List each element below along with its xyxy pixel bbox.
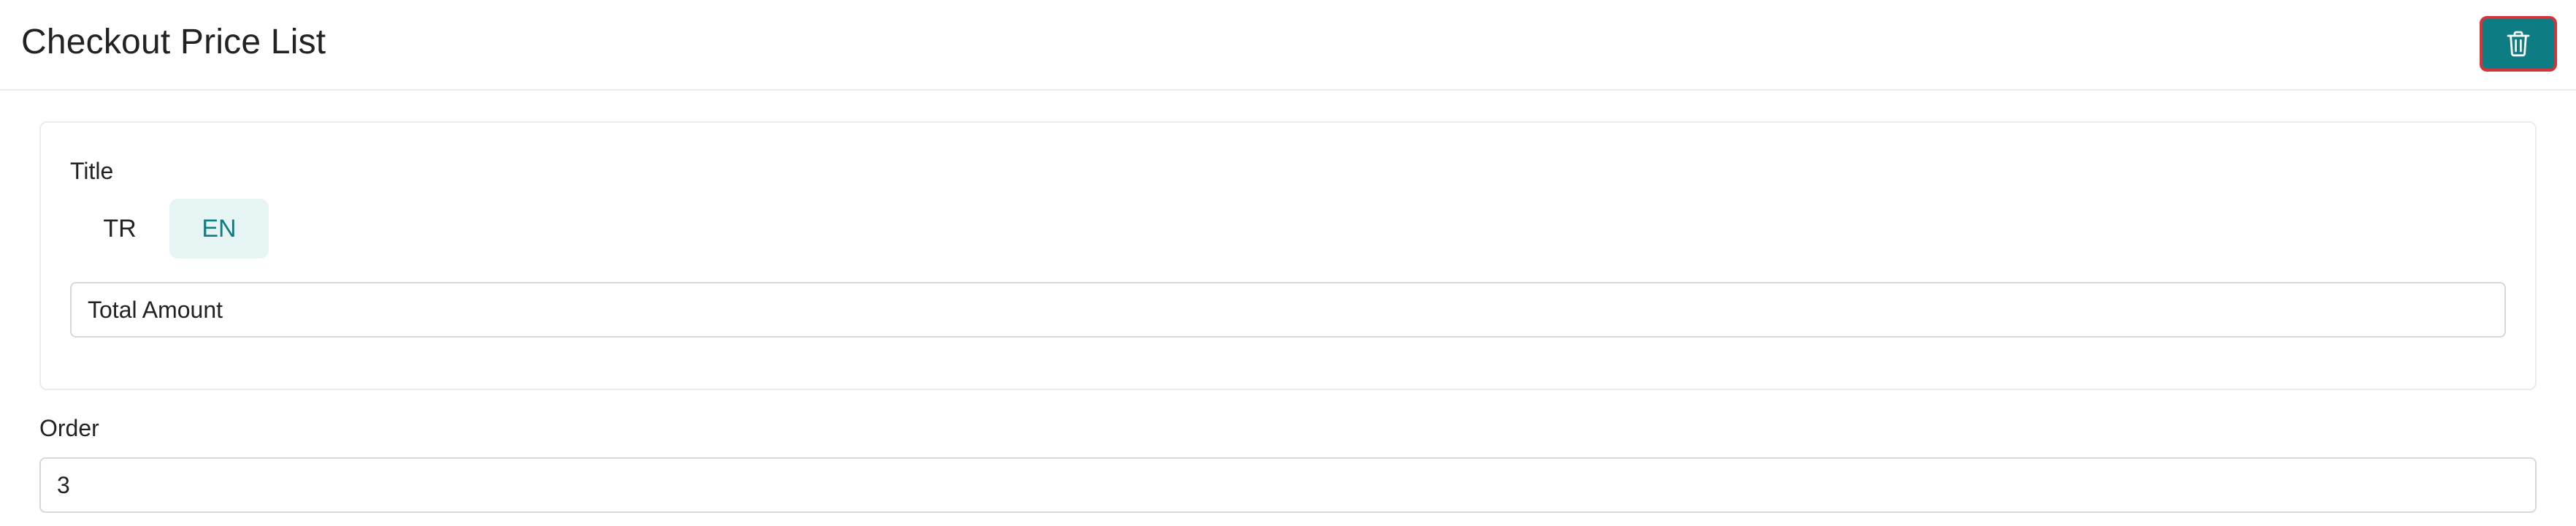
title-label: Title	[70, 158, 114, 184]
trash-icon	[2507, 31, 2530, 57]
title-input[interactable]	[70, 282, 2506, 338]
order-label: Order	[39, 415, 99, 441]
title-card: Title TR EN	[39, 121, 2537, 390]
delete-button[interactable]	[2480, 16, 2557, 72]
page-header: Checkout Price List	[0, 0, 2576, 91]
order-input[interactable]	[39, 457, 2537, 513]
page-title: Checkout Price List	[21, 23, 326, 61]
tab-tr[interactable]: TR	[70, 199, 169, 259]
language-tabs: TR EN	[70, 199, 269, 259]
tab-en[interactable]: EN	[169, 199, 269, 259]
